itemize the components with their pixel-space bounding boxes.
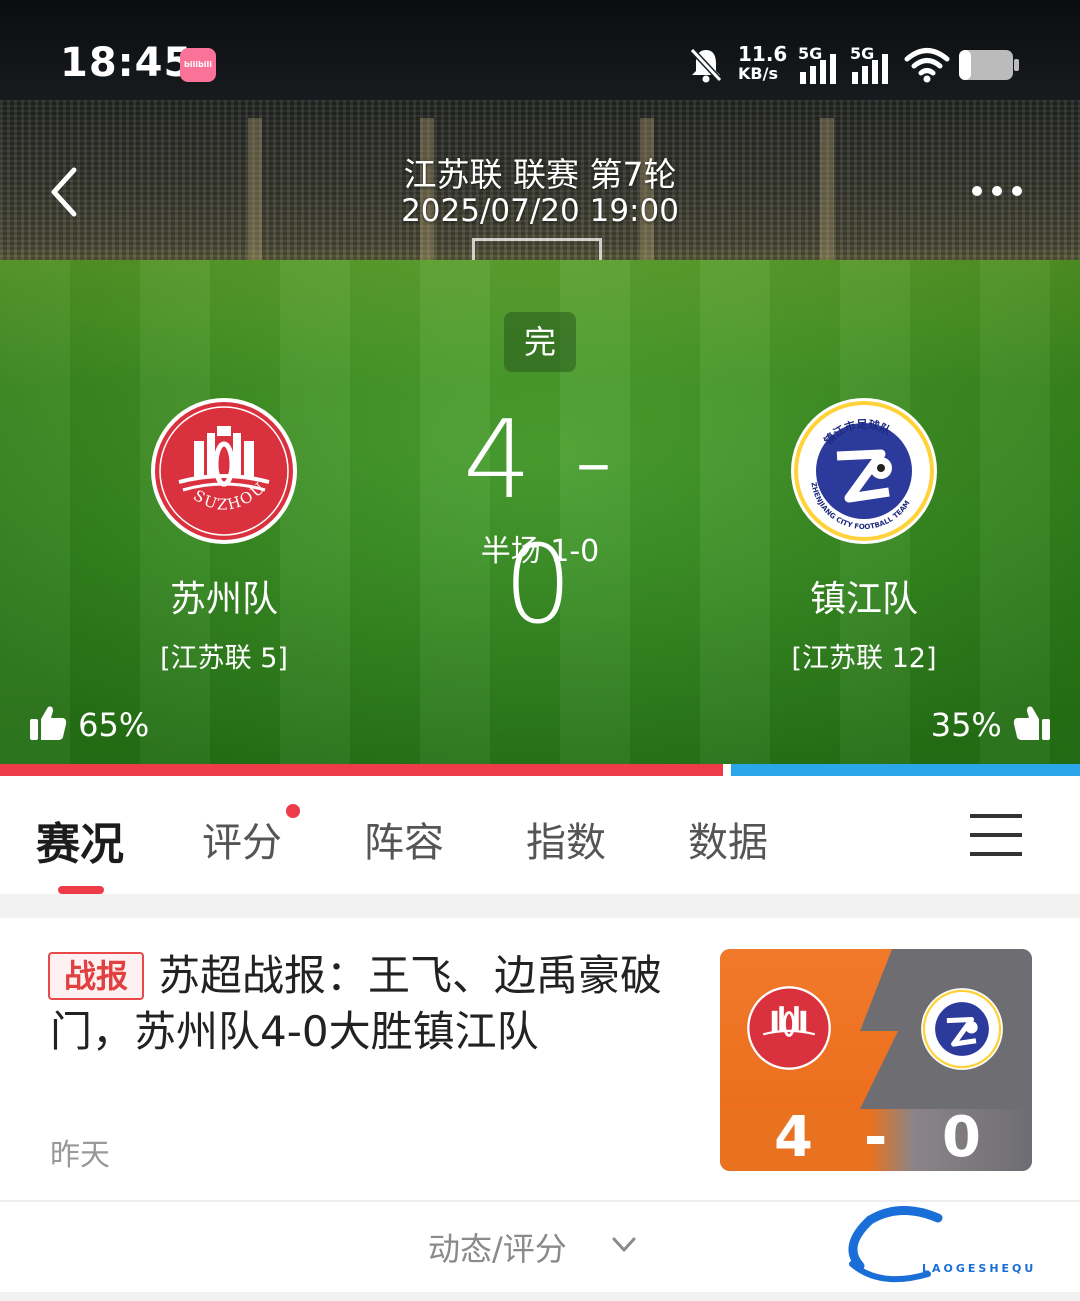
match-status-badge: 完 xyxy=(504,312,576,372)
thumbs-up-icon xyxy=(1013,706,1050,740)
away-vote-fill xyxy=(731,764,1080,776)
match-header: 18:45 bilibili 11.6 KB/s 5G 5G 江苏联 联赛 第7… xyxy=(0,0,1080,764)
bilibili-app-icon: bilibili xyxy=(180,48,216,82)
tab-lineups[interactable]: 阵容 xyxy=(364,810,444,868)
home-vote-fill xyxy=(0,764,723,776)
menu-icon[interactable] xyxy=(970,814,1022,856)
more-options-icon[interactable] xyxy=(966,178,1026,204)
thumb-away-score: 0 xyxy=(942,1105,981,1170)
news-thumbnail[interactable]: 4 - 0 xyxy=(720,949,1032,1171)
battery-icon xyxy=(959,50,1019,80)
away-team-logo: 镇江市足球队 ZHENJIANG CITY FOOTBALL TEAM xyxy=(789,396,939,546)
watermark-logo: 老哥社区 LAOGESHEQU xyxy=(840,1206,1072,1290)
news-title[interactable]: 苏超战报：王飞、边禹豪破门，苏州队4-0大胜镇江队 xyxy=(50,948,700,1060)
home-team-name: 苏州队 xyxy=(169,579,278,620)
news-tag: 战报 xyxy=(48,952,144,1000)
home-team[interactable]: SUZHOU 苏州队 [江苏联 5] xyxy=(74,396,374,675)
away-team[interactable]: 镇江市足球队 ZHENJIANG CITY FOOTBALL TEAM 镇江队 … xyxy=(714,396,1014,675)
thumbs-up-icon xyxy=(30,706,67,740)
news-time: 昨天 xyxy=(50,1138,110,1173)
away-team-logo-small xyxy=(921,988,1003,1070)
back-icon[interactable] xyxy=(44,164,84,220)
tab-odds[interactable]: 指数 xyxy=(526,810,606,868)
halftime-score: 半场 1-0 xyxy=(480,534,600,569)
tab-stats[interactable]: 数据 xyxy=(688,810,768,868)
away-vote[interactable]: 35% xyxy=(931,704,1052,744)
footer-bar: 动态/评分 老哥社区 LAOGESHEQU xyxy=(0,1202,1080,1301)
thumb-score-dash: - xyxy=(864,1105,888,1170)
tab-bar: 赛况 评分 阵容 指数 数据 xyxy=(0,776,1080,894)
match-score: 4 - 0 xyxy=(462,398,617,648)
wifi-icon xyxy=(904,48,950,83)
tab-ratings[interactable]: 评分 xyxy=(202,810,282,868)
home-vote[interactable]: 65% xyxy=(28,704,149,744)
match-title: 江苏联 联赛 第7轮 xyxy=(403,155,677,194)
home-team-rank: [江苏联 5] xyxy=(160,643,288,674)
feed-toggle-label[interactable]: 动态/评分 xyxy=(428,1224,567,1270)
section-divider xyxy=(0,894,1080,918)
notification-dot xyxy=(286,804,300,818)
bell-muted-icon xyxy=(689,47,723,83)
home-team-logo-small xyxy=(747,986,831,1070)
away-team-name: 镇江队 xyxy=(809,579,918,620)
watermark-subtext: LAOGESHEQU xyxy=(922,1262,1037,1275)
away-team-rank: [江苏联 12] xyxy=(791,643,937,674)
news-card[interactable]: 苏超战报：王飞、边禹豪破门，苏州队4-0大胜镇江队 战报 昨天 4 - 0 xyxy=(0,918,1080,1200)
away-vote-percent: 35% xyxy=(930,706,1002,744)
home-vote-percent: 65% xyxy=(78,706,150,744)
active-tab-indicator xyxy=(58,886,104,894)
tab-match-overview[interactable]: 赛况 xyxy=(36,808,124,872)
chevron-down-icon[interactable] xyxy=(612,1236,636,1254)
cell-signal-icon: 5G xyxy=(850,44,894,84)
net-speed: 11.6 KB/s xyxy=(738,42,788,83)
vote-ratio-bar xyxy=(0,764,1080,776)
thumb-home-score: 4 xyxy=(774,1105,813,1170)
status-time: 18:45 xyxy=(60,40,193,86)
home-team-logo: SUZHOU xyxy=(149,396,299,546)
bottom-divider xyxy=(0,1292,1080,1301)
match-datetime: 2025/07/20 19:00 xyxy=(401,193,679,229)
cell-signal-icon: 5G xyxy=(798,44,842,84)
